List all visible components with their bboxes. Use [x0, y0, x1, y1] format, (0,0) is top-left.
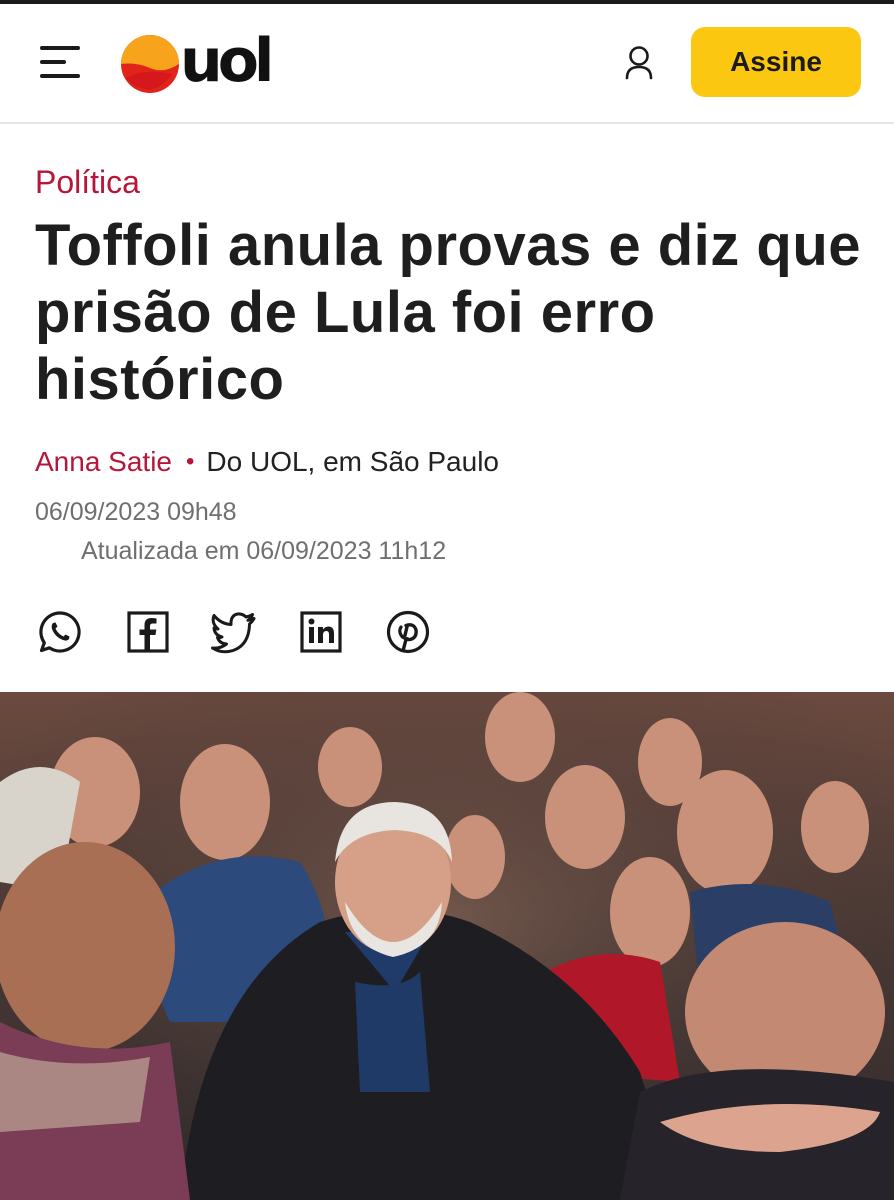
- logo-sun-icon: [121, 35, 179, 93]
- pinterest-icon[interactable]: [386, 610, 430, 654]
- facebook-icon[interactable]: [126, 610, 170, 654]
- article-hero-photo: [0, 692, 894, 1200]
- linkedin-icon[interactable]: [299, 610, 343, 654]
- whatsapp-icon[interactable]: [38, 610, 82, 654]
- uol-logo[interactable]: uol: [120, 26, 300, 96]
- author-link[interactable]: Anna Satie: [35, 446, 172, 477]
- updated-date: Atualizada em 06/09/2023 11h12: [81, 537, 447, 565]
- twitter-icon[interactable]: [211, 610, 256, 654]
- section-link[interactable]: Política: [35, 164, 140, 201]
- article-page: uol Assine Política Toffoli anula provas…: [0, 0, 894, 1200]
- article-headline: Toffoli anula provas e diz que prisão de…: [35, 213, 862, 412]
- byline: Anna Satie • Do UOL, em São Paulo: [35, 446, 499, 478]
- user-icon[interactable]: [624, 44, 654, 84]
- published-date: 06/09/2023 09h48: [35, 498, 237, 526]
- article-source: Do UOL, em São Paulo: [206, 446, 499, 477]
- subscribe-button[interactable]: Assine: [691, 27, 861, 97]
- byline-separator: •: [186, 448, 195, 475]
- menu-icon[interactable]: [40, 44, 82, 84]
- logo-text: uol: [180, 26, 274, 96]
- site-header: uol Assine: [0, 4, 894, 124]
